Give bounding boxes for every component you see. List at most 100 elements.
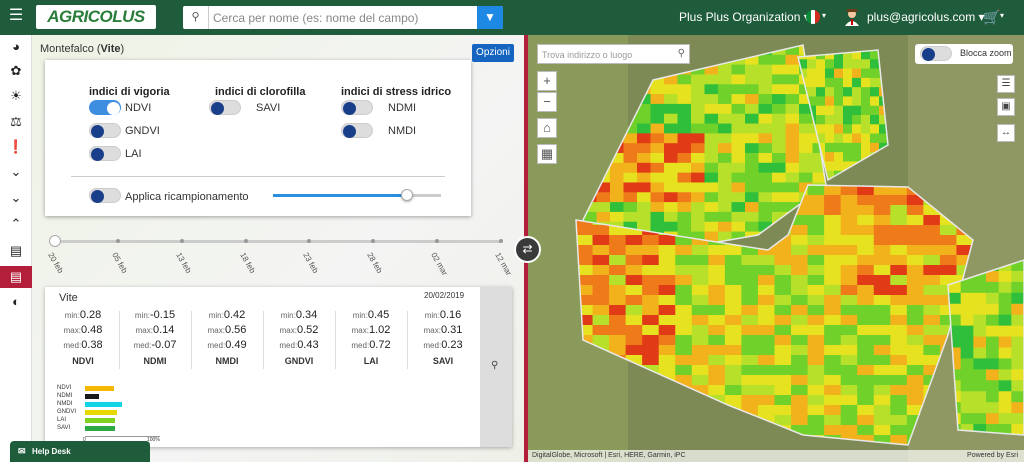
alert-icon[interactable]: ❗ bbox=[0, 136, 32, 158]
filter-button[interactable]: ▼ bbox=[477, 6, 503, 29]
date-timeline[interactable] bbox=[49, 235, 503, 247]
label-gndvi: GNDVI bbox=[125, 125, 160, 137]
stat-key: max: bbox=[351, 326, 369, 335]
toggle-lai[interactable] bbox=[89, 146, 121, 161]
stat-value: 0.52 bbox=[296, 324, 319, 336]
stats-column-ndvi: min:0.28 max:0.48 med:0.38 NDVI bbox=[47, 309, 119, 371]
stat-value: -0.07 bbox=[151, 339, 177, 351]
stat-key: med: bbox=[207, 341, 226, 350]
bar-chart-icon[interactable]: ▤ bbox=[0, 240, 32, 262]
timeline-tick[interactable] bbox=[435, 239, 440, 243]
cart-icon[interactable]: 🛒 bbox=[983, 9, 1000, 26]
stat-max: max:0.14 bbox=[119, 324, 191, 336]
stat-value: 0.28 bbox=[79, 309, 102, 321]
stat-max: max:0.48 bbox=[47, 324, 119, 336]
toggle-ndvi[interactable] bbox=[89, 100, 121, 115]
bulb-icon[interactable]: ◐ bbox=[0, 291, 32, 313]
chevron-up-icon[interactable]: ⌃ bbox=[0, 213, 32, 235]
timeline-tick[interactable] bbox=[307, 239, 312, 243]
stat-key: min: bbox=[424, 311, 440, 320]
stat-index-name: LAI bbox=[363, 356, 379, 366]
stat-key: max: bbox=[207, 326, 225, 335]
stat-index-name: SAVI bbox=[432, 356, 454, 366]
map-search-input[interactable] bbox=[542, 47, 670, 62]
map-search-bar: ⚲ bbox=[537, 44, 690, 64]
search-bar: ⚲ ▼ bbox=[183, 6, 503, 29]
toggle-gndvi[interactable] bbox=[89, 123, 121, 138]
map-pin-icon[interactable]: ⚲ bbox=[491, 360, 498, 371]
timeline-tick[interactable] bbox=[179, 239, 184, 243]
leaf-icon[interactable]: ✿ bbox=[0, 60, 32, 82]
zoom-out-button[interactable]: − bbox=[537, 92, 557, 112]
stat-key: min: bbox=[64, 311, 80, 320]
resample-slider-fill bbox=[273, 194, 408, 197]
timeline-handle[interactable] bbox=[49, 235, 61, 247]
stat-value: 0.72 bbox=[369, 339, 391, 351]
lock-zoom-toggle[interactable] bbox=[920, 46, 952, 61]
timeline-tick[interactable] bbox=[243, 239, 248, 243]
stats-card: Vite 20/02/2019 min:0.28 max:0.48 med:0.38… bbox=[45, 287, 512, 447]
measure-icon[interactable]: ↔ bbox=[997, 124, 1015, 142]
language-caret-icon[interactable]: ▾ bbox=[822, 11, 826, 20]
chevron-down-icon[interactable]: ⌄ bbox=[0, 161, 32, 183]
stat-key: min: bbox=[208, 311, 224, 320]
zoom-in-button[interactable]: + bbox=[537, 71, 557, 91]
options-button[interactable]: Opzioni bbox=[472, 44, 514, 62]
label-lai: LAI bbox=[125, 148, 142, 160]
map-view[interactable]: ⚲ + − ⌂ ▦ Blocca zoom ☰ ▣ ↔ DigitalGlobe… bbox=[528, 35, 1024, 462]
basemap-gallery-icon[interactable]: ▦ bbox=[537, 144, 557, 164]
stat-max: max:0.52 bbox=[263, 324, 335, 336]
mini-chart-bar bbox=[85, 418, 115, 423]
resample-slider-handle[interactable] bbox=[401, 189, 414, 201]
toggle-nmdi[interactable] bbox=[341, 123, 373, 138]
toggle-savi[interactable] bbox=[209, 100, 241, 115]
help-desk-button[interactable]: ✉ Help Desk bbox=[10, 441, 150, 462]
user-dropdown[interactable]: plus@agricolus.com ▾ bbox=[867, 10, 985, 24]
layers-list-icon[interactable]: ☰ bbox=[997, 75, 1015, 93]
timeline-date-label: 12 mar bbox=[493, 251, 514, 278]
swap-panels-icon[interactable]: ⇄ bbox=[514, 236, 541, 263]
weather-icon[interactable]: ☀ bbox=[0, 85, 32, 107]
toggle-ndmi[interactable] bbox=[341, 100, 373, 115]
label-savi: SAVI bbox=[256, 102, 281, 114]
map-search-icon[interactable]: ⚲ bbox=[678, 48, 685, 59]
search-icon[interactable]: ⚲ bbox=[183, 6, 209, 29]
stat-key: min: bbox=[352, 311, 368, 320]
resample-slider[interactable] bbox=[273, 189, 441, 201]
stat-value: -0.15 bbox=[150, 309, 176, 321]
italy-flag-icon[interactable] bbox=[806, 10, 820, 24]
map-attribution: DigitalGlobe, Microsoft | Esri, HERE, Ga… bbox=[528, 450, 1024, 462]
toggle-resample[interactable] bbox=[89, 188, 121, 203]
timeline-tick[interactable] bbox=[499, 239, 503, 243]
flask-icon[interactable]: ⚖ bbox=[0, 111, 32, 133]
stat-med: med:0.43 bbox=[263, 339, 335, 351]
column-divider bbox=[335, 311, 336, 369]
stat-value: 0.42 bbox=[223, 309, 246, 321]
organization-dropdown[interactable]: Plus Plus Organization ▾ bbox=[679, 10, 810, 24]
dashboard-icon[interactable]: ◕ bbox=[0, 36, 32, 58]
timeline-date-label: 23 feb bbox=[301, 251, 321, 275]
timeline-tick[interactable] bbox=[115, 239, 120, 243]
chevron-down-icon[interactable]: ⌄ bbox=[0, 187, 32, 209]
stat-value: 0.38 bbox=[81, 339, 103, 351]
mini-chart-label: NMDI bbox=[57, 401, 73, 407]
user-avatar-icon[interactable] bbox=[844, 8, 860, 26]
hamburger-menu-icon[interactable]: ☰ bbox=[8, 8, 24, 24]
stat-value: 0.34 bbox=[295, 309, 318, 321]
stats-column-ndmi: min:-0.15 max:0.14 med:-0.07 NDMI bbox=[119, 309, 191, 371]
label-ndmi: NDMI bbox=[388, 102, 417, 114]
field-name: Montefalco bbox=[40, 43, 94, 55]
stat-value: 0.14 bbox=[152, 324, 175, 336]
crop-icon[interactable]: ▣ bbox=[997, 98, 1015, 116]
home-icon[interactable]: ⌂ bbox=[537, 118, 557, 138]
label-resample: Applica ricampionamento bbox=[125, 191, 249, 203]
chat-icon: ✉ bbox=[18, 446, 26, 456]
stat-med: med:0.72 bbox=[335, 339, 407, 351]
cart-caret-icon[interactable]: ▾ bbox=[1000, 11, 1004, 20]
timeline-date-label: 05 feb bbox=[110, 251, 129, 275]
column-divider bbox=[119, 311, 120, 369]
bar-chart-active-icon[interactable]: ▤ bbox=[0, 266, 32, 288]
search-input[interactable] bbox=[213, 8, 463, 27]
timeline-tick[interactable] bbox=[371, 239, 376, 243]
stat-value: 0.48 bbox=[80, 324, 103, 336]
